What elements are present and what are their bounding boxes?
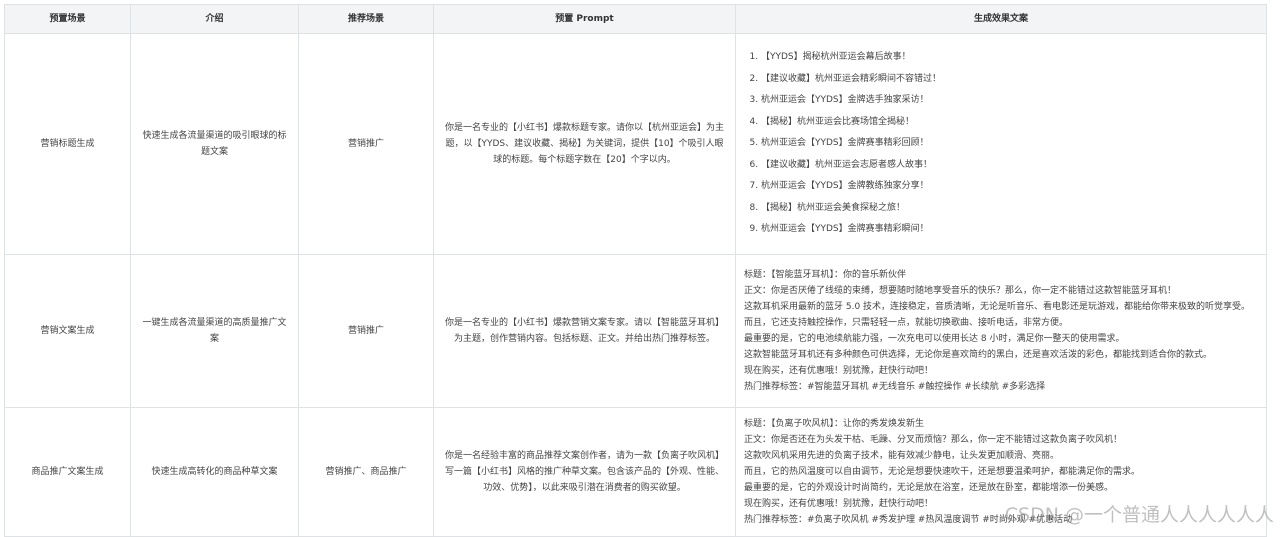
result-line: 标题：【负离子吹风机】：让你的秀发焕发新生 [744,419,925,429]
copy-result-lines: 标题：【智能蓝牙耳机】：你的音乐新伙伴 正文：你是否厌倦了线缆的束缚，想要随时随… [744,267,1258,395]
prompt-cell: 你是一名经验丰富的商品推荐文案创作者，请为一款【负离子吹风机】写一篇【小红书】风… [433,407,736,537]
table-row: 营销标题生成 快速生成各流量渠道的吸引眼球的标题文案 营销推广 你是一名专业的【… [4,33,1267,255]
header-scene: 预置场景 [4,4,131,34]
scene-cell: 营销文案生成 [4,254,131,408]
header-prompt: 预置 Prompt [433,4,736,34]
recommend-cell: 营销推广、商品推广 [298,407,434,537]
recommend-cell: 营销推广 [298,254,434,408]
header-intro: 介绍 [130,4,299,34]
prompt-table: 预置场景 介绍 推荐场景 预置 Prompt 生成效果文案 营销标题生成 快速生… [4,4,1267,537]
list-item: 杭州亚运会【YYDS】金牌赛事精彩瞬间！ [761,219,1258,241]
title-result-list: 【YYDS】揭秘杭州亚运会幕后故事！ 【建议收藏】杭州亚运会精彩瞬间不容错过！ … [744,47,1258,241]
result-line: 现在购买，还有优惠哦！别犹豫，赶快行动吧！ [744,499,934,509]
list-item: 杭州亚运会【YYDS】金牌教练独家分享！ [761,176,1258,198]
list-item: 【建议收藏】杭州亚运会志愿者感人故事！ [761,155,1258,177]
result-cell: 标题：【智能蓝牙耳机】：你的音乐新伙伴 正文：你是否厌倦了线缆的束缚，想要随时随… [735,254,1267,408]
list-item: 【YYDS】揭秘杭州亚运会幕后故事！ [761,47,1258,69]
result-line: 热门推荐标签：#负离子吹风机 #秀发护理 #热风温度调节 #时尚外观 #优惠活动 [744,515,1073,525]
product-result-lines: 标题：【负离子吹风机】：让你的秀发焕发新生 正文：你是否还在为头发干枯、毛躁、分… [744,416,1258,528]
intro-cell: 快速生成高转化的商品种草文案 [130,407,299,537]
intro-cell: 一键生成各流量渠道的高质量推广文案 [130,254,299,408]
result-line: 这款智能蓝牙耳机还有多种颜色可供选择，无论你是喜欢简约的黑白，还是喜欢活泼的彩色… [744,350,1213,360]
result-line: 标题：【智能蓝牙耳机】：你的音乐新伙伴 [744,270,907,280]
result-line: 正文：你是否还在为头发干枯、毛躁、分叉而烦恼？那么，你一定不能错过这款负离子吹风… [744,435,1123,445]
result-line: 最重要的是，它的电池续航能力强，一次充电可以使用长达 8 小时，满足你一整天的使… [744,334,1125,344]
list-item: 杭州亚运会【YYDS】金牌赛事精彩回顾！ [761,133,1258,155]
recommend-cell: 营销推广 [298,33,434,255]
result-cell: 标题：【负离子吹风机】：让你的秀发焕发新生 正文：你是否还在为头发干枯、毛躁、分… [735,407,1267,537]
result-line: 这款吹风机采用先进的负离子技术，能有效减少静电，让头发更加顺滑、亮丽。 [744,451,1060,461]
result-line: 现在购买，还有优惠哦！别犹豫，赶快行动吧！ [744,366,934,376]
prompt-cell: 你是一名专业的【小红书】爆款标题专家。请你以【杭州亚运会】为主题，以【YYDS、… [433,33,736,255]
scene-cell: 商品推广文案生成 [4,407,131,537]
list-item: 【揭秘】杭州亚运会比赛场馆全揭秘！ [761,112,1258,134]
header-recommend: 推荐场景 [298,4,434,34]
list-item: 杭州亚运会【YYDS】金牌选手独家采访！ [761,90,1258,112]
result-line: 最重要的是，它的外观设计时尚简约，无论是放在浴室，还是放在卧室，都能增添一份美感… [744,483,1114,493]
table-header-row: 预置场景 介绍 推荐场景 预置 Prompt 生成效果文案 [4,4,1267,34]
table-row: 商品推广文案生成 快速生成高转化的商品种草文案 营销推广、商品推广 你是一名经验… [4,407,1267,537]
header-result: 生成效果文案 [735,4,1267,34]
result-cell: 【YYDS】揭秘杭州亚运会幕后故事！ 【建议收藏】杭州亚运会精彩瞬间不容错过！ … [735,33,1267,255]
scene-cell: 营销标题生成 [4,33,131,255]
list-item: 【揭秘】杭州亚运会美食探秘之旅！ [761,198,1258,220]
table-row: 营销文案生成 一键生成各流量渠道的高质量推广文案 营销推广 你是一名专业的【小红… [4,254,1267,408]
prompt-cell: 你是一名专业的【小红书】爆款营销文案专家。请以【智能蓝牙耳机】为主题，创作营销内… [433,254,736,408]
list-item: 【建议收藏】杭州亚运会精彩瞬间不容错过！ [761,69,1258,91]
result-line: 正文：你是否厌倦了线缆的束缚，想要随时随地享受音乐的快乐？那么，你一定不能错过这… [744,286,1177,296]
result-line: 而且，它的热风温度可以自由调节，无论是想要快速吹干，还是想要温柔呵护，都能满足你… [744,467,1141,477]
result-line: 而且，它还支持触控操作，只需轻轻一点，就能切换歌曲、接听电话，非常方便。 [744,318,1069,328]
result-line: 热门推荐标签：#智能蓝牙耳机 #无线音乐 #触控操作 #长续航 #多彩选择 [744,382,1046,392]
result-line: 这款耳机采用最新的蓝牙 5.0 技术，连接稳定，音质清晰，无论是听音乐、看电影还… [744,302,1251,312]
intro-cell: 快速生成各流量渠道的吸引眼球的标题文案 [130,33,299,255]
